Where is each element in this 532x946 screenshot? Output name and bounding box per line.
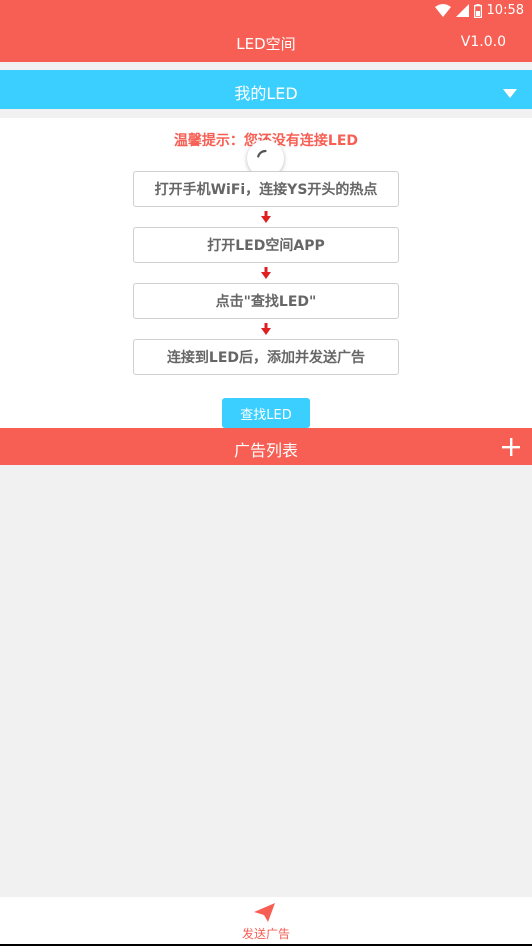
guide-step-1: 打开手机WiFi，连接YS开头的热点 — [133, 171, 399, 207]
guide-step-text: 连接到LED后，添加并发送广告 — [166, 350, 366, 366]
connection-guide-panel: 温馨提示：您还没有连接LED 打开手机WiFi，连接YS开头的热点 打开LED空… — [0, 118, 532, 428]
arrow-down-icon — [261, 267, 271, 279]
guide-step-3: 点击"查找LED" — [133, 283, 399, 319]
guide-step-text: 打开LED空间APP — [207, 238, 325, 254]
guide-step-text: 点击"查找LED" — [215, 294, 317, 310]
plus-icon[interactable] — [502, 438, 520, 460]
ad-list-header: 广告列表 — [0, 428, 532, 465]
send-ad-label: 发送广告 — [241, 927, 290, 941]
status-bar: 10:58 — [0, 0, 532, 24]
find-led-button[interactable]: 查找LED — [222, 398, 310, 428]
guide-step-2: 打开LED空间APP — [133, 227, 399, 263]
arrow-down-icon — [261, 323, 271, 335]
ad-list — [0, 465, 532, 897]
triangle-down-icon[interactable] — [503, 83, 517, 102]
send-ad-tab[interactable]: 发送广告 — [226, 901, 306, 943]
status-icons: 10:58 — [434, 3, 524, 18]
app-title: LED空间 — [236, 35, 296, 53]
battery-icon — [473, 3, 482, 18]
status-time: 10:58 — [486, 3, 524, 18]
my-led-title: 我的LED — [234, 84, 298, 103]
my-led-dropdown[interactable]: 我的LED — [0, 70, 532, 109]
app-header: LED空间 V1.0.0 — [0, 24, 532, 62]
ad-list-title: 广告列表 — [233, 441, 298, 460]
paper-plane-icon — [254, 903, 275, 922]
guide-step-text: 打开手机WiFi，连接YS开头的热点 — [154, 182, 378, 198]
wifi-icon — [434, 4, 451, 17]
arrow-down-icon — [261, 211, 271, 223]
guide-step-4: 连接到LED后，添加并发送广告 — [133, 339, 399, 375]
cellular-signal-icon — [455, 4, 469, 17]
app-version: V1.0.0 — [460, 34, 506, 50]
bottom-nav: 发送广告 — [0, 897, 532, 946]
